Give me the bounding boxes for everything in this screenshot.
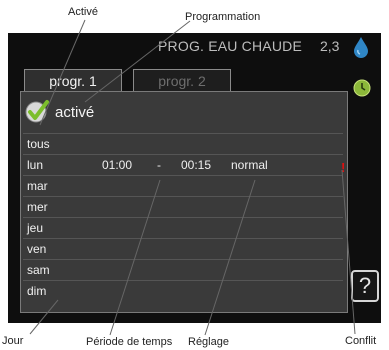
annotation-leader-lines (29, 19, 356, 336)
